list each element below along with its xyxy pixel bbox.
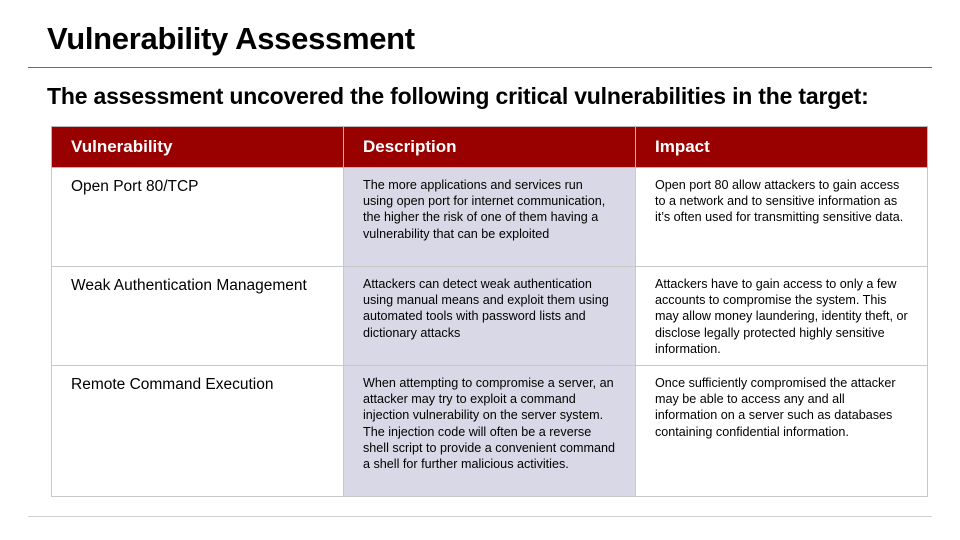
impact-cell: Once sufficiently compromised the attack…	[635, 365, 928, 498]
footer-divider	[28, 516, 932, 517]
header-vulnerability: Vulnerability	[51, 126, 344, 168]
vulnerability-table: Vulnerability Description Impact Open Po…	[51, 126, 928, 498]
header-description: Description	[343, 126, 636, 168]
impact-cell: Attackers have to gain access to only a …	[635, 265, 928, 367]
table-header-row: Vulnerability Description Impact	[51, 126, 928, 168]
impact-cell: Open port 80 allow attackers to gain acc…	[635, 167, 928, 267]
description-cell: Attackers can detect weak authentication…	[343, 265, 636, 367]
slide-subtitle: The assessment uncovered the following c…	[47, 83, 869, 109]
table-row: Weak Authentication Management Attackers…	[51, 265, 928, 367]
vulnerability-cell: Open Port 80/TCP	[51, 167, 344, 267]
table-row: Open Port 80/TCP The more applications a…	[51, 167, 928, 267]
slide-title: Vulnerability Assessment	[47, 21, 415, 56]
description-cell: The more applications and services run u…	[343, 167, 636, 267]
vulnerability-cell: Remote Command Execution	[51, 365, 344, 498]
title-divider	[28, 67, 932, 68]
vulnerability-cell: Weak Authentication Management	[51, 265, 344, 367]
table-row: Remote Command Execution When attempting…	[51, 365, 928, 498]
header-impact: Impact	[635, 126, 928, 168]
description-cell: When attempting to compromise a server, …	[343, 365, 636, 498]
